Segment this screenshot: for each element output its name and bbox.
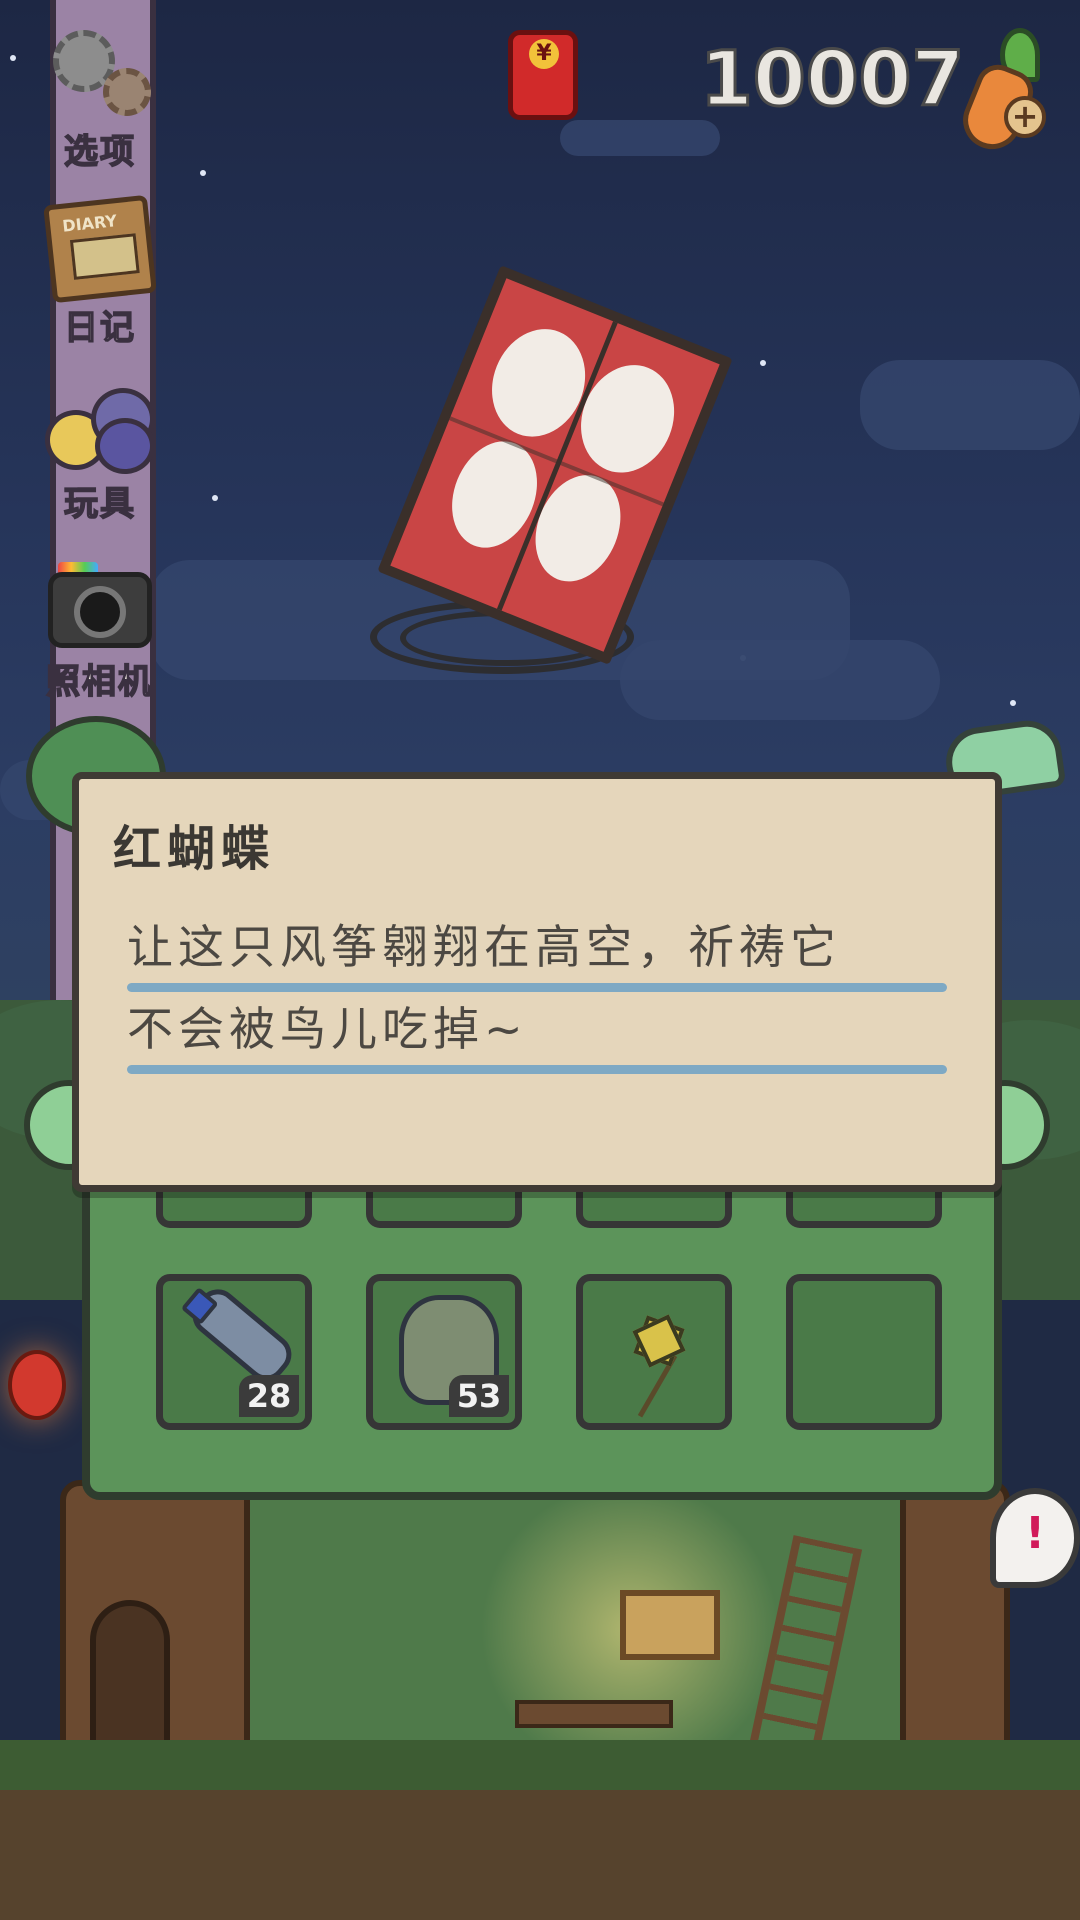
pinwheel-icon	[619, 1301, 699, 1418]
picture-frame	[620, 1590, 720, 1660]
bag-slot[interactable]	[576, 1274, 732, 1430]
kite-wing	[520, 462, 636, 595]
carrot-plus-button[interactable]: +	[954, 28, 1050, 158]
toys-icon	[41, 384, 159, 474]
sidebar-item-label: 选项	[63, 131, 136, 173]
sidebar-item-label: 照相机	[45, 661, 154, 703]
item-description-line: 让这只风筝翱翔在高空，祈祷它	[127, 920, 841, 974]
table	[515, 1700, 673, 1728]
cloud	[560, 120, 720, 156]
alert-bubble[interactable]: !	[990, 1488, 1080, 1588]
star	[10, 55, 16, 61]
sidebar-item-options[interactable]: 选项	[30, 22, 170, 173]
star	[760, 360, 766, 366]
star	[200, 170, 206, 176]
bag-slot-empty[interactable]	[786, 1274, 942, 1430]
bag-slot[interactable]: 53	[366, 1274, 522, 1430]
item-description-line: 不会被鸟儿吃掉~	[127, 1002, 528, 1056]
plastic-bottle-icon	[184, 1281, 300, 1389]
item-dialog[interactable]: 红蝴蝶 让这只风筝翱翔在高空，祈祷它 不会被鸟儿吃掉~	[72, 772, 1002, 1192]
sidebar-item-label: 日记	[63, 307, 136, 349]
diary-icon: DIARY	[43, 194, 157, 304]
bag-panel: 28 53	[82, 1160, 1002, 1500]
house-door[interactable]	[90, 1600, 170, 1760]
cloud	[620, 640, 940, 720]
cloud	[860, 360, 1080, 450]
gear-icon	[45, 22, 155, 122]
item-count: 28	[239, 1375, 299, 1417]
ground	[0, 1790, 1080, 1920]
plus-icon: +	[1004, 96, 1046, 138]
diary-icon-text: DIARY	[61, 211, 118, 236]
text-underline	[127, 1065, 947, 1074]
lantern-icon	[8, 1350, 66, 1420]
star	[1010, 700, 1016, 706]
red-packet-icon[interactable]	[508, 30, 578, 120]
text-underline	[127, 983, 947, 992]
sidebar-item-label: 玩具	[63, 483, 136, 525]
exclamation-icon: !	[1024, 1508, 1046, 1559]
item-title: 红蝴蝶	[113, 821, 276, 877]
sidebar-item-camera[interactable]: 照相机	[30, 556, 170, 703]
sidebar-item-toys[interactable]: 玩具	[30, 384, 170, 525]
bag-slot[interactable]: 28	[156, 1274, 312, 1430]
item-count: 53	[449, 1375, 509, 1417]
clover-count: 10007	[699, 33, 966, 125]
star	[212, 495, 218, 501]
camera-icon	[44, 556, 156, 652]
sidebar-item-diary[interactable]: DIARY 日记	[30, 194, 170, 349]
